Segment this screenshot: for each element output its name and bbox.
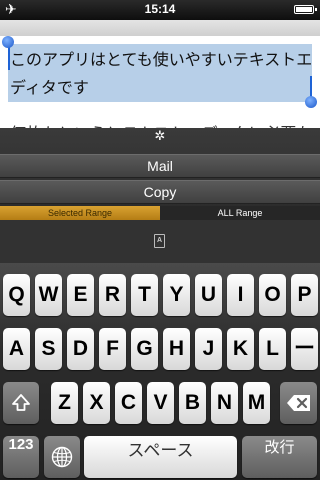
- globe-key[interactable]: [44, 436, 80, 478]
- selection-start-handle-knob[interactable]: [2, 36, 14, 48]
- shift-arrow-icon: [12, 394, 30, 411]
- editor-top-strip: [0, 20, 320, 36]
- key-b[interactable]: B: [179, 382, 206, 424]
- key-k[interactable]: K: [227, 328, 254, 370]
- key-o[interactable]: O: [259, 274, 286, 316]
- key-w[interactable]: W: [35, 274, 62, 316]
- status-bar: ✈ 15:14: [0, 0, 320, 20]
- copy-button[interactable]: Copy: [0, 180, 320, 204]
- key-q[interactable]: Q: [3, 274, 30, 316]
- key-long-vowel[interactable]: ー: [291, 328, 318, 370]
- key-m[interactable]: M: [243, 382, 270, 424]
- key-a[interactable]: A: [3, 328, 30, 370]
- return-key[interactable]: 改行: [242, 436, 317, 478]
- key-y[interactable]: Y: [163, 274, 190, 316]
- shift-key[interactable]: [3, 382, 39, 424]
- key-e[interactable]: E: [67, 274, 94, 316]
- keyboard-toolbar: A: [0, 220, 320, 263]
- key-t[interactable]: T: [131, 274, 158, 316]
- key-z[interactable]: Z: [51, 382, 78, 424]
- selected-text-line-1: このアプリはとても使いやすいテキストエ: [10, 50, 313, 69]
- battery-icon: [294, 5, 317, 14]
- key-h[interactable]: H: [163, 328, 190, 370]
- key-d[interactable]: D: [67, 328, 94, 370]
- space-key[interactable]: スペース: [84, 436, 237, 478]
- key-c[interactable]: C: [115, 382, 142, 424]
- key-x[interactable]: X: [83, 382, 110, 424]
- segment-all-range[interactable]: ALL Range: [160, 206, 320, 220]
- key-u[interactable]: U: [195, 274, 222, 316]
- key-l[interactable]: L: [259, 328, 286, 370]
- selection-end-handle-knob[interactable]: [305, 96, 317, 108]
- globe-icon: [51, 446, 73, 468]
- selected-text-line-2: ディタです: [10, 78, 89, 97]
- status-time: 15:14: [144, 2, 176, 16]
- mail-button[interactable]: Mail: [0, 154, 320, 178]
- key-i[interactable]: I: [227, 274, 254, 316]
- share-panel: ✲ Mail Copy Selected Range ALL Range: [0, 128, 320, 220]
- key-j[interactable]: J: [195, 328, 222, 370]
- body-text-line: 何故かというとテキストエディタに必要な: [10, 120, 312, 128]
- keyboard: Q W E R T Y U I O P A S D F G H J K L ー …: [0, 263, 320, 480]
- gear-icon[interactable]: ✲: [0, 129, 320, 144]
- number-mode-key[interactable]: 123: [3, 436, 39, 478]
- delete-key[interactable]: [280, 382, 317, 424]
- document-icon[interactable]: A: [154, 234, 165, 248]
- backspace-icon: [286, 395, 310, 411]
- key-g[interactable]: G: [131, 328, 158, 370]
- key-r[interactable]: R: [99, 274, 126, 316]
- key-v[interactable]: V: [147, 382, 174, 424]
- key-n[interactable]: N: [211, 382, 238, 424]
- key-f[interactable]: F: [99, 328, 126, 370]
- key-s[interactable]: S: [35, 328, 62, 370]
- text-editor[interactable]: このアプリはとても使いやすいテキストエ ディタです 何故かというとテキストエディ…: [0, 36, 320, 128]
- key-p[interactable]: P: [291, 274, 318, 316]
- segment-selected-range[interactable]: Selected Range: [0, 206, 160, 220]
